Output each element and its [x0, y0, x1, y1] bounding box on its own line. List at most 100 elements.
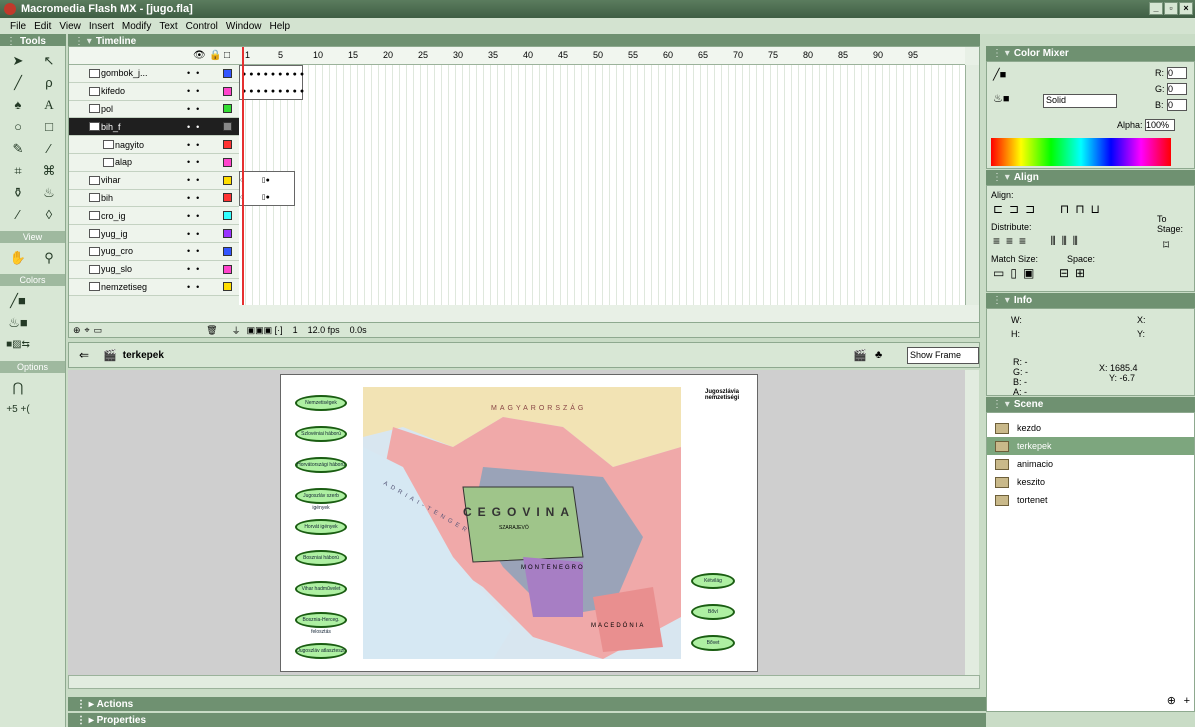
layer-outline-swatch[interactable]	[223, 264, 232, 274]
zoom-tool-icon[interactable]: ⚲	[34, 247, 64, 268]
layer-state-dots[interactable]: ••	[187, 140, 205, 150]
layer-outline-swatch[interactable]	[223, 104, 232, 114]
stage-nav-button[interactable]: Bőví	[691, 604, 735, 620]
layer-row[interactable]: bih_f ••	[69, 118, 239, 137]
lasso-tool-icon[interactable]: ρ	[34, 72, 64, 93]
layer-state-dots[interactable]: ••	[187, 104, 205, 114]
green-input[interactable]: 0	[1167, 83, 1187, 95]
layer-row[interactable]: nagyito ••	[69, 136, 239, 154]
layer-row[interactable]: alap ••	[69, 153, 239, 172]
menu-insert[interactable]: Insert	[85, 21, 118, 32]
scene-item[interactable]: animacio	[987, 455, 1194, 473]
color-spectrum[interactable]	[991, 138, 1171, 166]
fill-swatch-icon[interactable]: ♨■	[993, 92, 1010, 105]
menu-file[interactable]: File	[6, 21, 30, 32]
layer-row[interactable]: yug_cro ••	[69, 242, 239, 261]
close-button[interactable]: ×	[1179, 2, 1193, 15]
scene-panel-header[interactable]: ⋮ ▾ Scene	[986, 397, 1195, 412]
add-folder-icon[interactable]: ▭	[94, 325, 103, 336]
layer-state-dots[interactable]: ••	[187, 264, 205, 274]
onion-skin-icon[interactable]: ▣▣▣ [·]	[247, 325, 283, 336]
snap-magnet-icon[interactable]: ⋂	[3, 377, 33, 398]
layer-state-dots[interactable]: ••	[187, 211, 205, 221]
add-layer-icon[interactable]: ⊕	[73, 325, 81, 336]
text-tool-icon[interactable]: A	[34, 94, 64, 115]
playhead[interactable]	[242, 47, 244, 305]
layer-state-dots[interactable]: ••	[187, 122, 205, 132]
layer-outline-swatch[interactable]	[223, 193, 232, 203]
menu-text[interactable]: Text	[155, 21, 181, 32]
scene-item[interactable]: kezdo	[987, 419, 1194, 437]
to-stage-button[interactable]: ⌑	[1163, 238, 1169, 252]
stage[interactable]: CEGOVINA MAGYARORSZÁG SZARAJEVÓ MONTENEG…	[280, 374, 758, 672]
stage-nav-button[interactable]: Vihar hadművelet	[295, 581, 347, 597]
blue-input[interactable]: 0	[1167, 99, 1187, 111]
edit-symbol-icon[interactable]: ♣	[875, 349, 882, 361]
layer-row[interactable]: gombok_j... ••	[69, 65, 239, 83]
color-mixer-header[interactable]: ⋮ ▾ Color Mixer	[986, 46, 1195, 61]
center-frame-icon[interactable]: ⏚	[232, 324, 241, 337]
stage-nav-button[interactable]: Jugoszláv atlaszteszt	[295, 643, 347, 659]
scene-item[interactable]: terkepek	[987, 437, 1194, 455]
layer-outline-swatch[interactable]	[223, 140, 232, 150]
add-guide-icon[interactable]: ⌖	[85, 325, 90, 336]
duplicate-scene-icon[interactable]: ⊕	[1167, 694, 1176, 707]
zoom-select[interactable]: Show Frame	[907, 347, 979, 364]
fill-transform-tool-icon[interactable]: ⌘	[34, 160, 64, 181]
layer-row[interactable]: cro_ig ••	[69, 207, 239, 226]
stroke-swatch-icon[interactable]: ╱■	[993, 68, 1006, 81]
info-panel-header[interactable]: ⋮ ▾ Info	[986, 293, 1195, 308]
layer-row[interactable]: yug_ig ••	[69, 225, 239, 243]
paint-bucket-tool-icon[interactable]: ♨	[34, 182, 64, 203]
brush-tool-icon[interactable]: ∕	[34, 138, 64, 159]
align-buttons[interactable]: ⊏⊐⊐ ⊓⊓⊔	[993, 202, 1106, 216]
layer-row[interactable]: bih ••	[69, 189, 239, 208]
align-panel-header[interactable]: ⋮ ▾ Align	[986, 170, 1195, 185]
tween-block[interactable]: ○ ▯● ○ ▯●	[239, 171, 295, 206]
rectangle-tool-icon[interactable]: □	[34, 116, 64, 137]
swap-colors-icon[interactable]: ■▨⇆	[3, 334, 33, 355]
stage-nav-button[interactable]: Kétvilág	[691, 573, 735, 589]
stage-nav-button[interactable]: Bővet	[691, 635, 735, 651]
stage-nav-button[interactable]: Horvát igények	[295, 519, 347, 535]
timeline-vertical-scrollbar[interactable]	[965, 65, 979, 305]
stage-nav-button[interactable]: Boszniai háború	[295, 550, 347, 566]
stage-nav-button[interactable]: Bosznia-Herceg. felosztás	[295, 612, 347, 635]
maximize-button[interactable]: ▫	[1164, 2, 1178, 15]
layer-state-dots[interactable]: ••	[187, 86, 205, 96]
layer-outline-swatch[interactable]	[223, 68, 232, 78]
layer-state-dots[interactable]: ••	[187, 193, 205, 203]
alpha-input[interactable]: 100%	[1145, 119, 1175, 131]
scene-item[interactable]: tortenet	[987, 491, 1194, 509]
menu-window[interactable]: Window	[222, 21, 266, 32]
scene-item[interactable]: keszito	[987, 473, 1194, 491]
arrow-tool-icon[interactable]: ➤	[3, 50, 33, 71]
distribute-buttons[interactable]: ≡≡≡ ⫴⫴⫴	[993, 234, 1084, 249]
layer-outline-swatch[interactable]	[223, 229, 232, 239]
layer-row[interactable]: pol ••	[69, 100, 239, 119]
layer-outline-swatch[interactable]	[223, 175, 232, 185]
layer-outline-swatch[interactable]	[223, 211, 232, 221]
eraser-tool-icon[interactable]: ◊	[34, 204, 64, 225]
stage-nav-button[interactable]: Jugoszláv szerb igények	[295, 488, 347, 511]
menu-view[interactable]: View	[55, 21, 85, 32]
subselect-tool-icon[interactable]: ↖	[34, 50, 64, 71]
stage-nav-button[interactable]: Nemzetiségek	[295, 395, 347, 411]
outline-icon[interactable]: □	[224, 50, 230, 61]
stage-nav-button[interactable]: Horvátországi háború	[295, 457, 347, 473]
layer-state-dots[interactable]: ••	[187, 68, 205, 78]
stage-vertical-scrollbar[interactable]	[965, 370, 979, 675]
edit-scene-icon[interactable]: 🎬	[853, 349, 867, 362]
menu-control[interactable]: Control	[182, 21, 222, 32]
match-size-buttons[interactable]: ▭▯▣ ⊟⊞	[993, 266, 1091, 280]
layer-row[interactable]: kifedo ••	[69, 82, 239, 101]
stroke-color-icon[interactable]: ╱■	[3, 290, 33, 311]
layer-outline-swatch[interactable]	[223, 157, 232, 167]
fill-color-icon[interactable]: ♨■	[3, 312, 33, 333]
menu-modify[interactable]: Modify	[118, 21, 155, 32]
layer-outline-swatch[interactable]	[223, 86, 232, 96]
menu-help[interactable]: Help	[266, 21, 295, 32]
fill-type-select[interactable]: Solid	[1043, 94, 1117, 108]
frame-ruler[interactable]: 1 5 10 15 20 25 30 35 40 45 50 55 60 65 70 75 80 85 90 95	[239, 47, 965, 65]
lock-icon[interactable]: 🔒	[209, 50, 221, 61]
